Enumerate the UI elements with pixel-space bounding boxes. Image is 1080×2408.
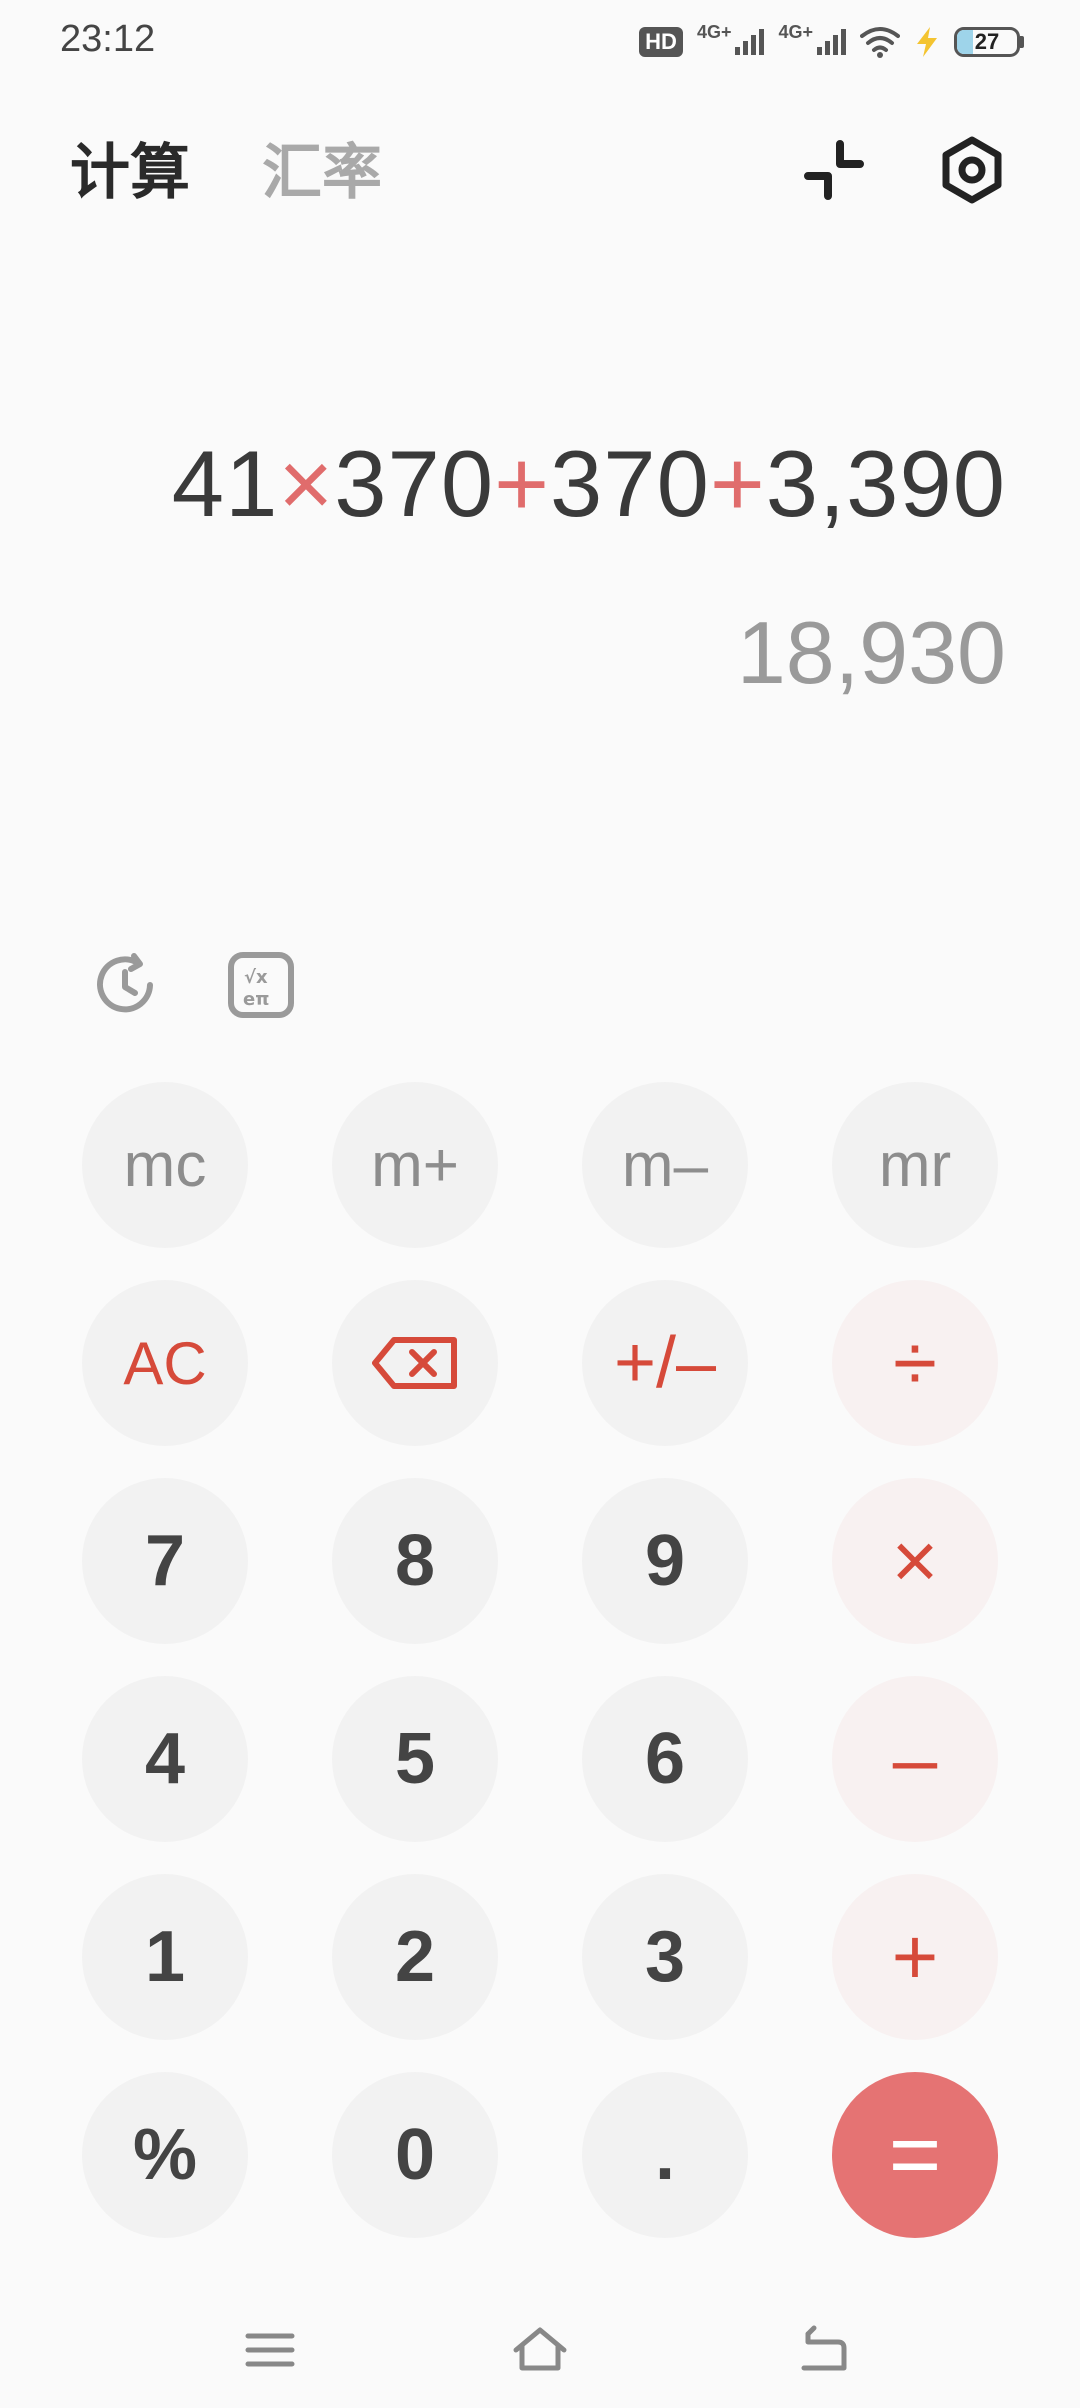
memory-subtract-button[interactable]: m– [582, 1082, 748, 1248]
digit-8-button[interactable]: 8 [332, 1478, 498, 1644]
expression-display: 41×370+370+3,390 [172, 430, 1006, 538]
scientific-icon[interactable]: √x eπ [226, 950, 296, 1020]
digit-5-button[interactable]: 5 [332, 1676, 498, 1842]
status-bar: 23:12 HD 4G+ 4G+ 27 [0, 0, 1080, 84]
tab-exchange-rate[interactable]: 汇率 [262, 128, 382, 218]
all-clear-button[interactable]: AC [82, 1280, 248, 1446]
memory-clear-button[interactable]: mc [82, 1082, 248, 1248]
digit-0-button[interactable]: 0 [332, 2072, 498, 2238]
sim1-network-label: 4G+ [696, 22, 732, 42]
sim1-signal-icon: 4G+ [697, 23, 765, 55]
battery-percent: 27 [974, 29, 1000, 54]
add-button[interactable]: + [832, 1874, 998, 2040]
plus-minus-button[interactable]: +/– [582, 1280, 748, 1446]
system-nav-bar [0, 2300, 1080, 2408]
status-icons: HD 4G+ 4G+ 27 [639, 22, 1024, 62]
expression-operator: + [494, 431, 551, 536]
charging-icon [917, 27, 937, 57]
expression-operand: 370 [334, 431, 495, 536]
backspace-icon [372, 1337, 457, 1389]
digit-6-button[interactable]: 6 [582, 1676, 748, 1842]
multiply-button[interactable]: × [832, 1478, 998, 1644]
battery-icon: 27 [954, 27, 1024, 57]
memory-recall-button[interactable]: mr [832, 1082, 998, 1248]
expression-operator: × [278, 431, 335, 536]
home-icon[interactable] [510, 2320, 570, 2380]
equals-button[interactable]: = [832, 2072, 998, 2238]
digit-9-button[interactable]: 9 [582, 1478, 748, 1644]
percent-button[interactable]: % [82, 2072, 248, 2238]
digit-3-button[interactable]: 3 [582, 1874, 748, 2040]
back-icon[interactable] [794, 2320, 854, 2380]
memory-add-button[interactable]: m+ [332, 1082, 498, 1248]
history-icon[interactable] [90, 950, 160, 1020]
status-time: 23:12 [60, 18, 156, 60]
digit-1-button[interactable]: 1 [82, 1874, 248, 2040]
wifi-icon [860, 27, 900, 58]
mode-tabs: 计算 汇率 [70, 128, 382, 236]
hd-voice-icon: HD [639, 27, 683, 57]
expression-operand: 3,390 [765, 431, 1006, 536]
svg-text:√x: √x [244, 967, 268, 988]
digit-4-button[interactable]: 4 [82, 1676, 248, 1842]
sim2-network-label: 4G+ [778, 22, 813, 42]
expression-operator: + [709, 431, 766, 536]
digit-7-button[interactable]: 7 [82, 1478, 248, 1644]
svg-text:eπ: eπ [243, 989, 269, 1010]
menu-icon[interactable] [240, 2320, 300, 2380]
expression-operand: 41 [171, 431, 279, 536]
decimal-button[interactable]: . [582, 2072, 748, 2238]
divide-button[interactable]: ÷ [832, 1280, 998, 1446]
backspace-button[interactable] [332, 1280, 498, 1446]
tab-calculator[interactable]: 计算 [70, 128, 194, 236]
collapse-icon[interactable] [800, 136, 868, 204]
subtract-button[interactable]: – [832, 1676, 998, 1842]
expression-operand: 370 [550, 431, 710, 536]
digit-2-button[interactable]: 2 [332, 1874, 498, 2040]
settings-icon[interactable] [938, 136, 1006, 204]
result-display: 18,930 [736, 603, 1006, 702]
sim2-signal-icon: 4G+ [778, 23, 846, 55]
keypad: mc m+ m– mr AC +/– ÷ 7 8 9 × 4 5 6 – 1 2… [82, 1082, 998, 2238]
